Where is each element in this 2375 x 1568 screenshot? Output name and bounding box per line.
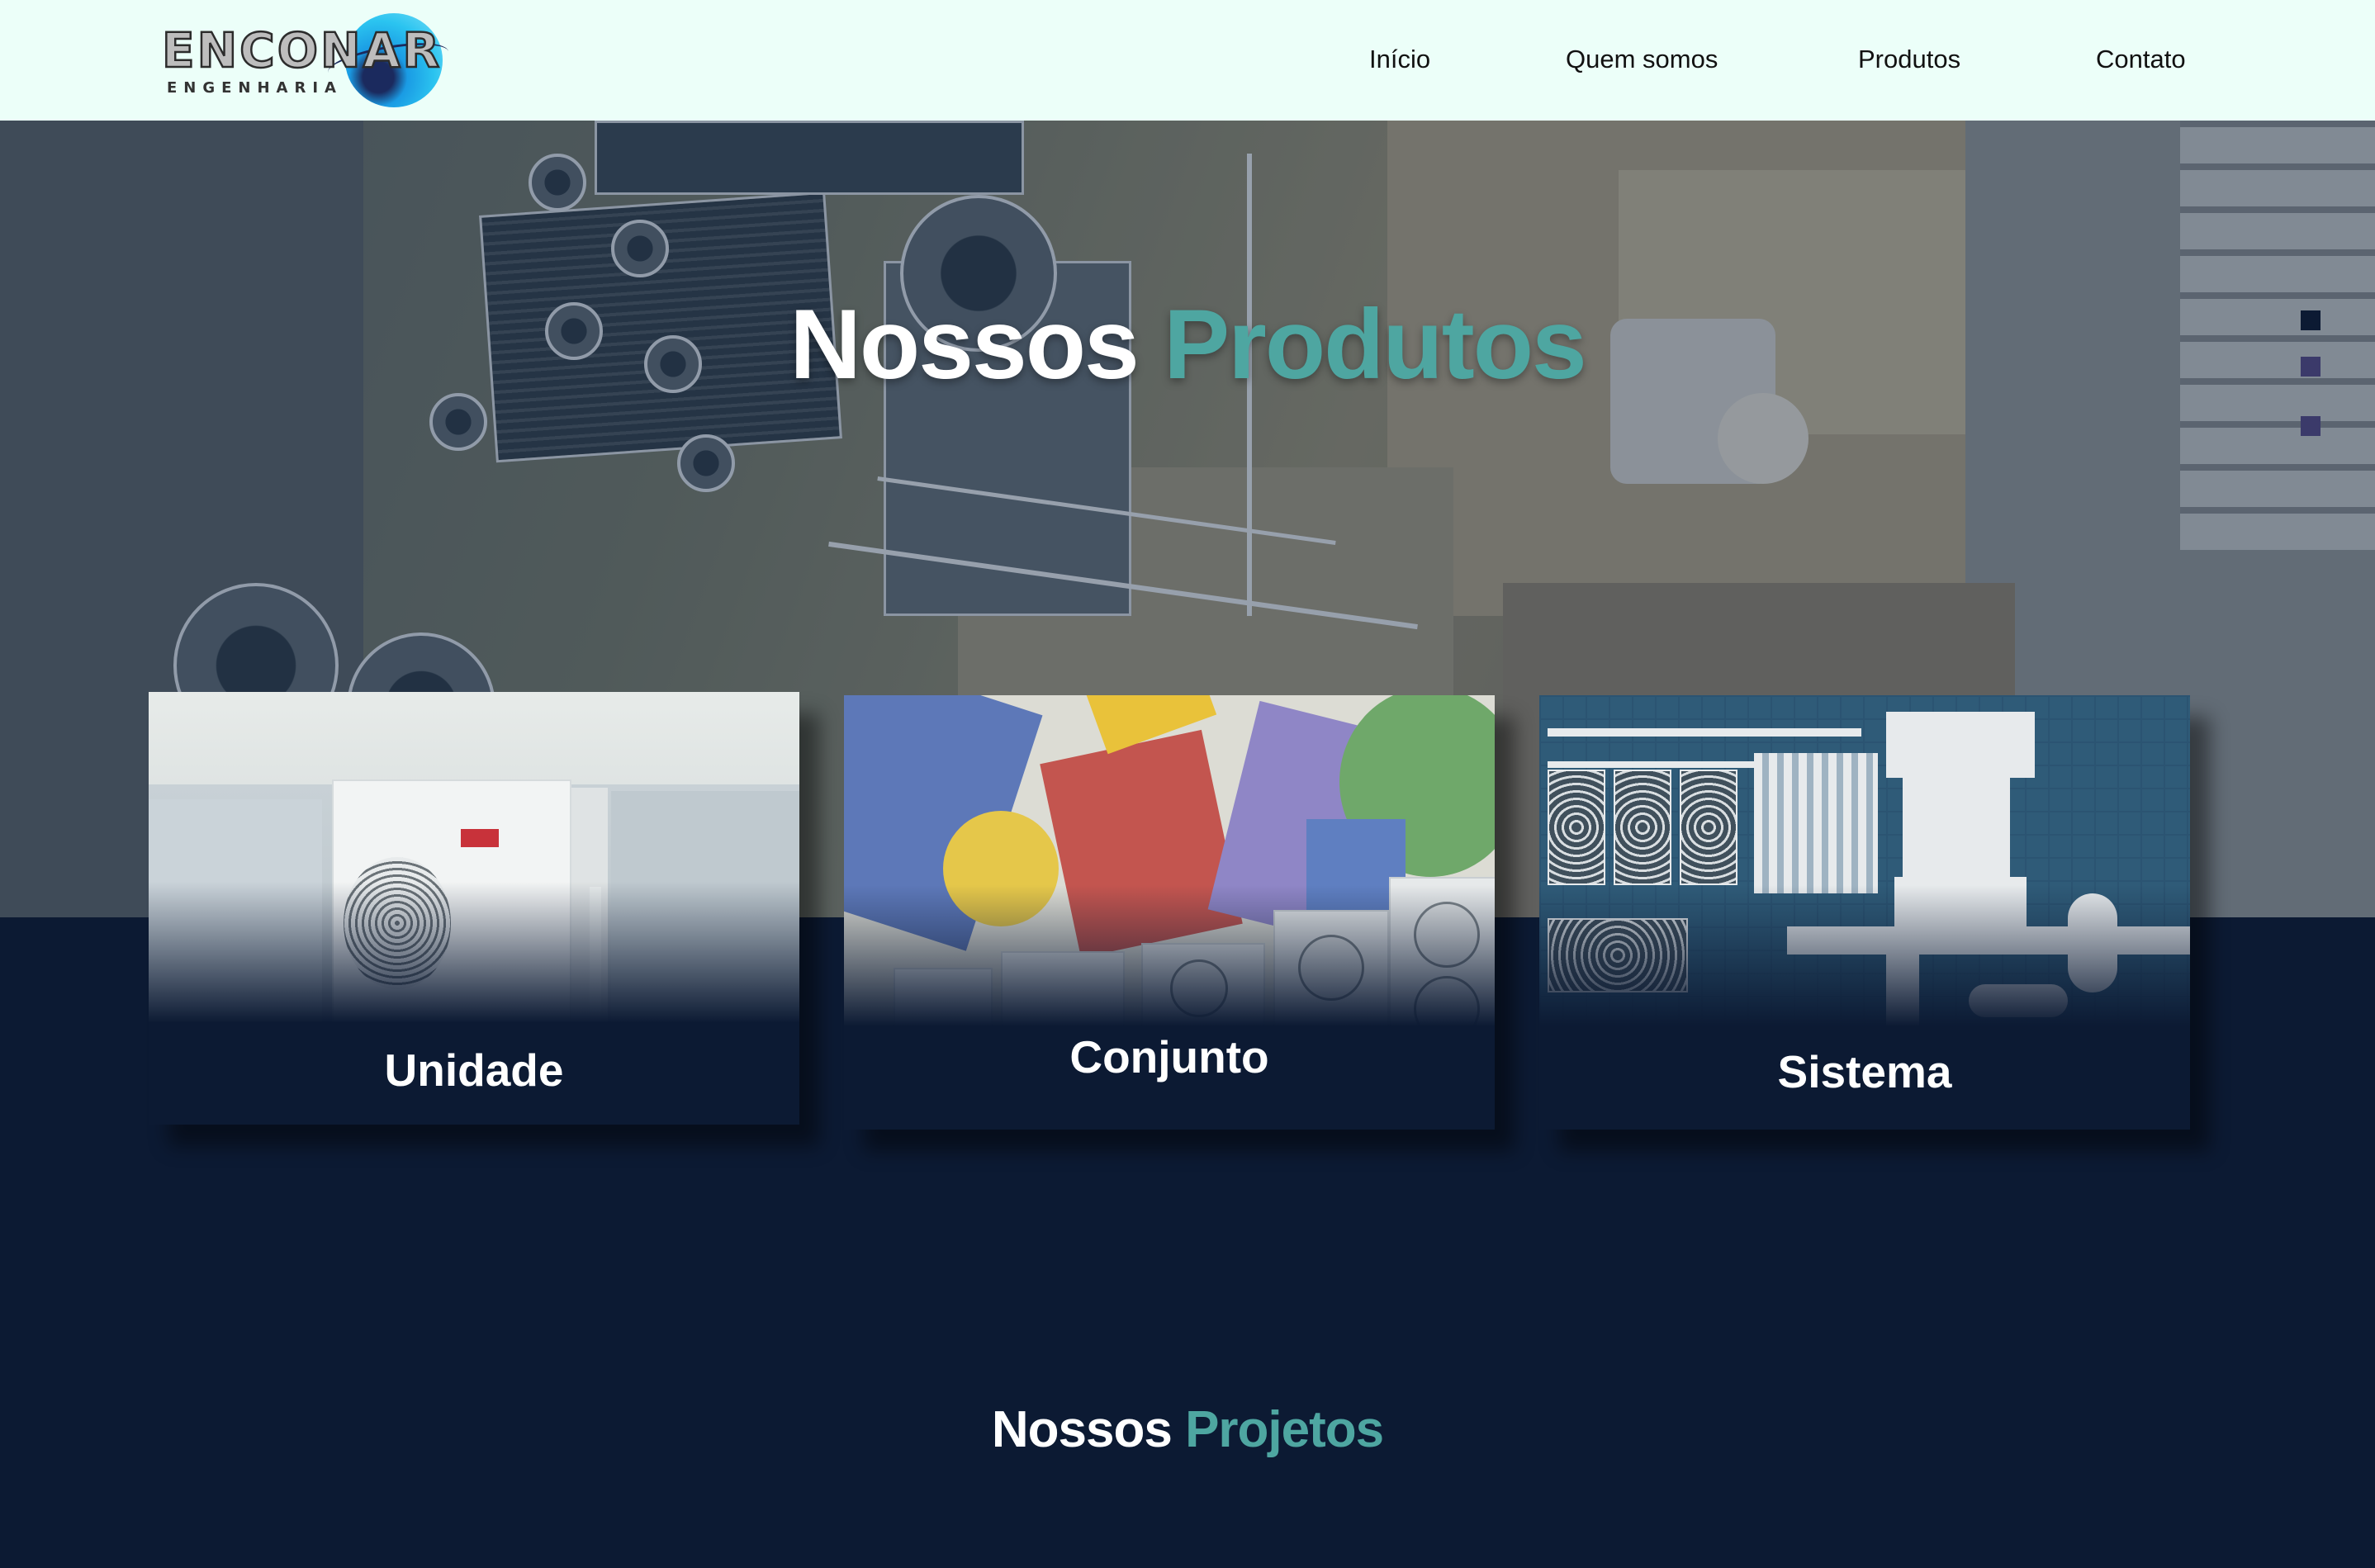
product-card-label: Conjunto [1069,1031,1269,1082]
product-card-label: Sistema [1777,1046,1952,1097]
products-title-word2: Produtos [1164,289,1587,400]
products-title-word1: Nossos [789,289,1139,400]
product-card-sistema[interactable]: Sistema [1539,695,2190,1130]
projects-section-title: Nossos Projetos [0,1400,2375,1459]
nav-link-contato[interactable]: Contato [2096,43,2186,76]
main-nav: Início Quem somos Produtos Contato [0,43,2375,76]
nav-link-inicio[interactable]: Início [1369,43,1430,76]
slider-dots [2301,310,2322,443]
product-card-unidade[interactable]: Unidade [149,692,799,1125]
slider-dot-1[interactable] [2301,310,2320,330]
product-card-label: Unidade [384,1045,564,1096]
slider-dot-3[interactable] [2301,416,2320,436]
nav-link-quem-somos[interactable]: Quem somos [1566,43,1718,76]
site-header: ENCONAR ENGENHARIA Início Quem somos Pro… [0,0,2375,121]
slider-dot-2[interactable] [2301,357,2320,377]
nav-link-produtos[interactable]: Produtos [1858,43,1960,76]
page: ENCONAR ENGENHARIA Início Quem somos Pro… [0,0,2375,1568]
projects-title-word1: Nossos [991,1401,1173,1458]
product-card-conjunto[interactable]: Conjunto [844,695,1495,1130]
logo-subtitle: ENGENHARIA [167,79,343,97]
projects-title-word2: Projetos [1185,1401,1384,1458]
products-section-title: Nossos Produtos [0,287,2375,401]
